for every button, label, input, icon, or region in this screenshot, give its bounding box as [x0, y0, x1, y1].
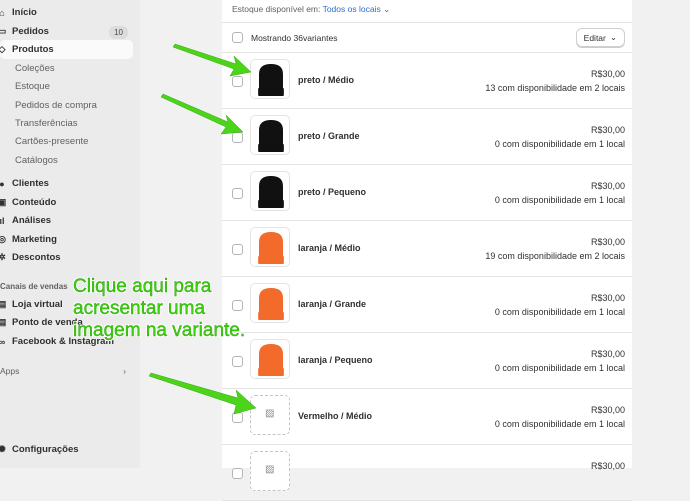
annotation-text: Clique aqui para acresentar uma imagem n… [73, 276, 246, 341]
annotation-arrows [148, 43, 257, 415]
arrow-1 [172, 43, 252, 77]
arrow-3 [148, 372, 257, 415]
variant-checkbox[interactable] [232, 468, 243, 479]
arrow-2 [160, 93, 244, 135]
